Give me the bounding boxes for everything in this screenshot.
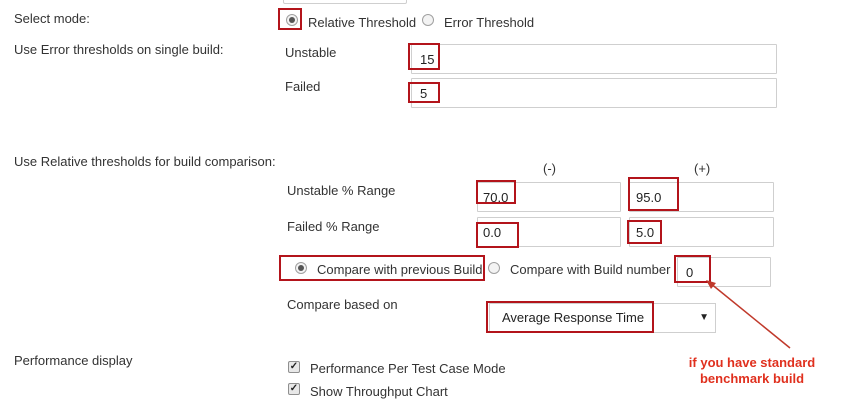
arrow-line (709, 282, 791, 349)
arrow-head (706, 280, 716, 289)
annotation-line-1: if you have standard (688, 355, 816, 370)
per-test-case-label[interactable]: Performance Per Test Case Mode (310, 361, 506, 376)
annotation-text: if you have standard benchmark build (672, 355, 832, 387)
throughput-chart-checkbox[interactable]: ✓ (288, 383, 300, 395)
per-test-case-checkbox[interactable]: ✓ (288, 361, 300, 373)
annotation-line-2: benchmark build (699, 371, 805, 386)
throughput-chart-label[interactable]: Show Throughput Chart (310, 384, 448, 399)
performance-display-label: Performance display (14, 353, 133, 368)
